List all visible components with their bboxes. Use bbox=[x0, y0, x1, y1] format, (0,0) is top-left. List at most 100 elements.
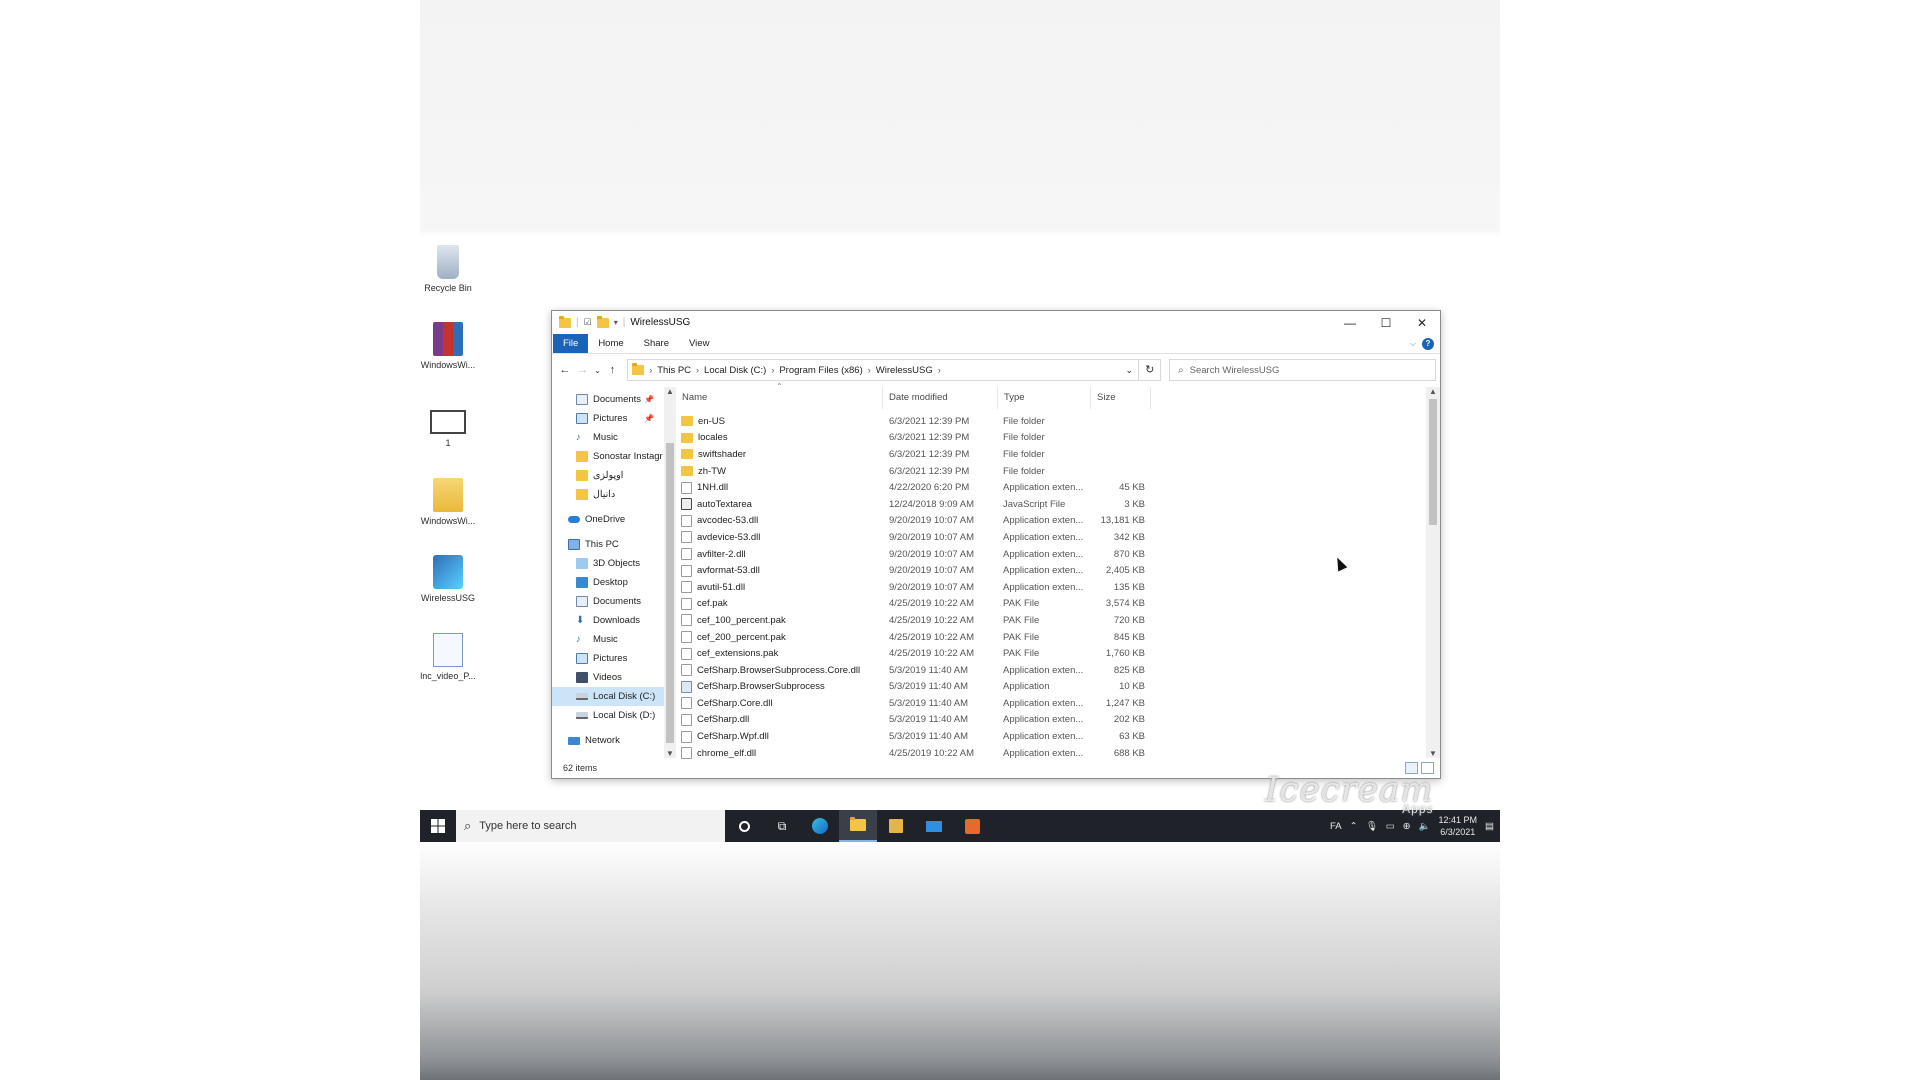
up-icon[interactable]: ↑ bbox=[603, 364, 621, 376]
file-row[interactable]: CefSharp.Core.dll 5/3/2019 11:40 AM Applic… bbox=[676, 695, 1440, 712]
file-row[interactable]: locales 6/3/2021 12:39 PM File folder bbox=[676, 430, 1440, 447]
help-icon[interactable]: ? bbox=[1422, 337, 1434, 350]
file-row[interactable]: avcodec-53.dll 9/20/2019 10:07 AM Applicat… bbox=[676, 513, 1440, 530]
desktop-icon[interactable]: WindowsWi... bbox=[415, 322, 481, 370]
nav-item[interactable]: ♪ Music bbox=[552, 428, 664, 447]
nav-item[interactable]: Network bbox=[552, 731, 664, 750]
file-row[interactable]: CefSharp.BrowserSubprocess 5/3/2019 11:40… bbox=[676, 679, 1440, 696]
column-type[interactable]: Type bbox=[998, 387, 1091, 409]
refresh-icon[interactable]: ↻ bbox=[1139, 359, 1162, 381]
battery-icon[interactable]: ▭ bbox=[1386, 821, 1395, 832]
edge-icon[interactable] bbox=[801, 810, 839, 842]
file-row[interactable]: avfilter-2.dll 9/20/2019 10:07 AM Applicat… bbox=[676, 546, 1440, 563]
file-row[interactable]: avdevice-53.dll 9/20/2019 10:07 AM Applica… bbox=[676, 529, 1440, 546]
file-size: 45 KB bbox=[1119, 482, 1145, 494]
desktop-icon[interactable]: Recycle Bin bbox=[415, 245, 481, 293]
desktop-icon[interactable]: 1 bbox=[415, 410, 481, 448]
expand-ribbon-icon[interactable]: ⌵ bbox=[1410, 339, 1416, 349]
scroll-up-icon[interactable]: ▲ bbox=[1426, 387, 1440, 396]
file-row[interactable]: CefSharp.Wpf.dll 5/3/2019 11:40 AM Applica… bbox=[676, 728, 1440, 745]
nav-item[interactable]: Videos bbox=[552, 668, 664, 687]
customize-toolbar-icon[interactable]: ▾ bbox=[614, 318, 618, 327]
file-row[interactable]: autoTextarea 12/24/2018 9:09 AM JavaScript… bbox=[676, 496, 1440, 513]
forward-icon[interactable]: → bbox=[574, 364, 592, 376]
file-explorer-icon[interactable] bbox=[839, 810, 877, 842]
cortana-icon[interactable] bbox=[725, 810, 763, 842]
nav-item[interactable]: اوپولزی bbox=[552, 466, 664, 485]
taskbar-search[interactable]: ⌕ Type here to search bbox=[456, 810, 725, 842]
tab-view[interactable]: View bbox=[679, 334, 719, 353]
nav-item[interactable]: Local Disk (D:) bbox=[552, 706, 664, 725]
file-row[interactable]: cef_extensions.pak 4/25/2019 10:22 AM PAK … bbox=[676, 645, 1440, 662]
tab-file[interactable]: File bbox=[553, 334, 589, 353]
file-row[interactable]: 1NH.dll 4/22/2020 6:20 PM Application exte… bbox=[676, 479, 1440, 496]
desktop-icon[interactable]: WindowsWi... bbox=[415, 478, 481, 526]
navigation-pane[interactable]: Documents 📌 Pictures 📌 ♪ Music Sonostar Instag… bbox=[552, 387, 676, 758]
address-dropdown-icon[interactable]: ⌄ bbox=[1120, 365, 1138, 376]
nav-item[interactable]: OneDrive bbox=[552, 510, 664, 529]
file-row[interactable]: cef_200_percent.pak 4/25/2019 10:22 AM PAK… bbox=[676, 629, 1440, 646]
file-row[interactable]: CefSharp.dll 5/3/2019 11:40 AM Application… bbox=[676, 712, 1440, 729]
file-explorer-window[interactable]: | ☑ ▾ | WirelessUSG — ☐ ✕ File Home Shar… bbox=[551, 310, 1441, 779]
minimize-button[interactable]: — bbox=[1332, 311, 1368, 334]
app-icon[interactable] bbox=[953, 810, 991, 842]
properties-icon[interactable]: ☑ bbox=[584, 317, 592, 328]
store-icon[interactable] bbox=[877, 810, 915, 842]
file-row[interactable]: avutil-51.dll 9/20/2019 10:07 AM Applicati… bbox=[676, 579, 1440, 596]
language-indicator[interactable]: FA bbox=[1330, 821, 1342, 832]
nav-item[interactable]: Sonostar Instagr bbox=[552, 447, 664, 466]
nav-item[interactable]: Documents 📌 bbox=[552, 390, 664, 409]
file-row[interactable]: CefSharp.BrowserSubprocess.Core.dll 5/3/2… bbox=[676, 662, 1440, 679]
tab-share[interactable]: Share bbox=[634, 334, 679, 353]
desktop-icon[interactable]: lnc_video_P... bbox=[415, 633, 481, 681]
close-button[interactable]: ✕ bbox=[1404, 311, 1440, 334]
title-bar[interactable]: | ☑ ▾ | WirelessUSG — ☐ ✕ bbox=[552, 311, 1440, 334]
file-row[interactable]: avformat-53.dll 9/20/2019 10:07 AM Applica… bbox=[676, 562, 1440, 579]
address-bar[interactable]: › This PC › Local Disk (C:) › Program Fi… bbox=[627, 359, 1140, 381]
back-icon[interactable]: ← bbox=[556, 364, 574, 376]
file-row[interactable]: en-US 6/3/2021 12:39 PM File folder bbox=[676, 413, 1440, 430]
breadcrumb-wirelessusg[interactable]: WirelessUSG bbox=[876, 365, 933, 376]
microphone-icon[interactable]: 🎙 bbox=[1366, 821, 1378, 832]
breadcrumb-this-pc[interactable]: This PC bbox=[657, 365, 691, 376]
desktop-icon[interactable]: WirelessUSG bbox=[415, 555, 481, 603]
nav-item[interactable]: دانیال bbox=[552, 485, 664, 504]
nav-item[interactable]: Documents bbox=[552, 592, 664, 611]
file-row[interactable]: cef.pak 4/25/2019 10:22 AM PAK File 3,574 K… bbox=[676, 596, 1440, 613]
nav-item[interactable]: Pictures bbox=[552, 649, 664, 668]
clock[interactable]: 12:41 PM 6/3/2021 bbox=[1438, 814, 1477, 838]
breadcrumb-program-files[interactable]: Program Files (x86) bbox=[779, 365, 862, 376]
search-box[interactable]: ⌕ Search WirelessUSG bbox=[1169, 359, 1437, 381]
nav-scrollbar[interactable]: ▲ ▼ bbox=[664, 387, 676, 758]
nav-item[interactable]: ⬇ Downloads bbox=[552, 611, 664, 630]
file-row[interactable]: zh-TW 6/3/2021 12:39 PM File folder bbox=[676, 463, 1440, 480]
nav-item[interactable]: Pictures 📌 bbox=[552, 409, 664, 428]
nav-item[interactable]: Local Disk (C:) bbox=[552, 687, 664, 706]
breadcrumb-local-disk[interactable]: Local Disk (C:) bbox=[704, 365, 766, 376]
nav-scroll-thumb[interactable] bbox=[666, 443, 674, 743]
mail-icon[interactable] bbox=[915, 810, 953, 842]
scroll-down-icon[interactable]: ▼ bbox=[664, 749, 676, 758]
nav-item[interactable]: Desktop bbox=[552, 573, 664, 592]
file-list-scrollbar[interactable]: ▲ ▼ bbox=[1426, 387, 1440, 758]
file-row[interactable]: swiftshader 6/3/2021 12:39 PM File folder bbox=[676, 446, 1440, 463]
nav-item[interactable]: This PC bbox=[552, 535, 664, 554]
tab-home[interactable]: Home bbox=[588, 334, 633, 353]
task-view-icon[interactable]: ⧉ bbox=[763, 810, 801, 842]
scroll-up-icon[interactable]: ▲ bbox=[664, 387, 676, 396]
column-size[interactable]: Size bbox=[1091, 387, 1151, 409]
notifications-icon[interactable]: ▤ bbox=[1485, 821, 1494, 832]
start-button[interactable] bbox=[420, 810, 456, 842]
nav-item[interactable]: 3D Objects bbox=[552, 554, 664, 573]
scroll-down-icon[interactable]: ▼ bbox=[1426, 749, 1440, 758]
network-icon[interactable]: ⊕ bbox=[1403, 821, 1411, 832]
file-row[interactable]: cef_100_percent.pak 4/25/2019 10:22 AM PAK… bbox=[676, 612, 1440, 629]
column-date-modified[interactable]: Date modified bbox=[883, 387, 998, 409]
maximize-button[interactable]: ☐ bbox=[1368, 311, 1404, 334]
recent-locations-icon[interactable]: ⌄ bbox=[592, 366, 604, 375]
file-scroll-thumb[interactable] bbox=[1429, 399, 1437, 525]
nav-item[interactable]: ♪ Music bbox=[552, 630, 664, 649]
show-hidden-icons-icon[interactable]: ⌃ bbox=[1350, 821, 1358, 832]
volume-icon[interactable]: 🔈 bbox=[1419, 821, 1431, 832]
new-folder-icon[interactable] bbox=[596, 315, 609, 328]
